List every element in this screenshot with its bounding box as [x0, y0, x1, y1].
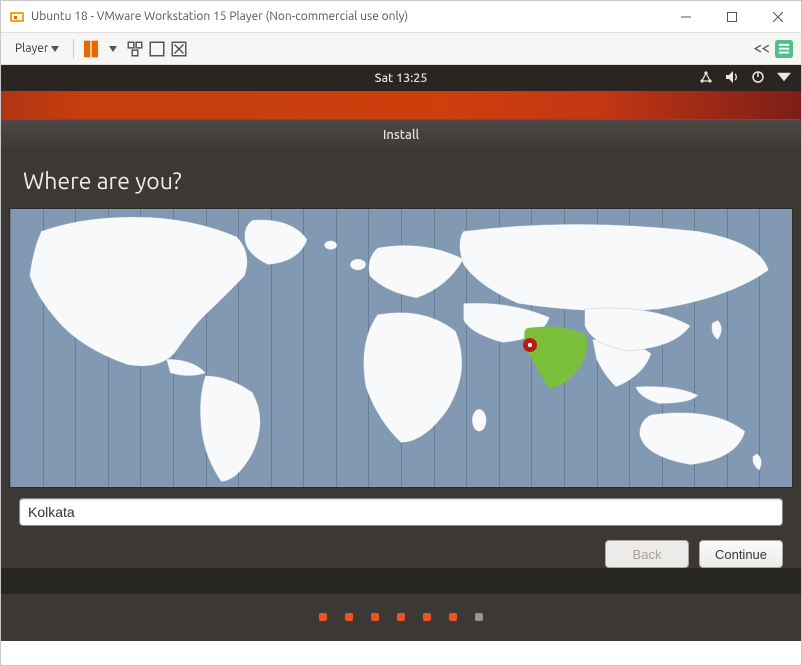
cycle-vm-icon[interactable] — [753, 40, 771, 58]
send-ctrl-alt-del-icon[interactable] — [126, 40, 144, 58]
progress-dot — [371, 613, 379, 621]
pause-dropdown-icon[interactable] — [104, 40, 122, 58]
ubuntu-desktop-background-strip — [1, 91, 801, 119]
vmware-app-icon — [9, 9, 25, 25]
installer-body: Where are you? — [1, 149, 801, 641]
vmware-toolbar: Player — [1, 33, 801, 65]
installer-empty-strip — [1, 568, 801, 594]
installer-window-title: Install — [383, 128, 419, 142]
location-input-row — [1, 488, 801, 532]
installer-progress-dots — [1, 613, 801, 621]
progress-dot — [345, 613, 353, 621]
progress-dot — [319, 613, 327, 621]
progress-dot — [397, 613, 405, 621]
installer-heading: Where are you? — [1, 149, 801, 208]
installer-nav-row: Back Continue — [1, 532, 801, 568]
pause-vm-icon[interactable] — [82, 40, 100, 58]
network-icon[interactable] — [699, 70, 713, 87]
progress-dot — [423, 613, 431, 621]
progress-dot — [475, 613, 483, 621]
progress-dot — [449, 613, 457, 621]
location-input[interactable] — [19, 498, 783, 526]
host-maximize-button[interactable] — [709, 1, 755, 33]
continue-button[interactable]: Continue — [699, 540, 783, 568]
player-menu-label: Player — [15, 42, 48, 55]
host-close-button[interactable] — [755, 1, 801, 33]
fullscreen-icon[interactable] — [148, 40, 166, 58]
host-minimize-button[interactable] — [663, 1, 709, 33]
panel-system-tray[interactable] — [699, 70, 791, 87]
power-icon[interactable] — [751, 70, 765, 87]
panel-clock[interactable]: Sat 13:25 — [375, 71, 428, 85]
player-menu-button[interactable]: Player — [9, 40, 65, 57]
world-map-svg — [10, 209, 792, 487]
manage-icon[interactable] — [775, 40, 793, 58]
back-button[interactable]: Back — [605, 540, 689, 568]
host-window-titlebar: Ubuntu 18 - VMware Workstation 15 Player… — [1, 1, 801, 33]
installer-window-titlebar: Install — [1, 119, 801, 149]
unity-mode-icon[interactable] — [170, 40, 188, 58]
map-india-highlight — [524, 327, 587, 388]
chevron-down-icon[interactable] — [777, 70, 791, 87]
toolbar-separator — [73, 39, 74, 59]
host-window-title: Ubuntu 18 - VMware Workstation 15 Player… — [31, 10, 663, 23]
volume-icon[interactable] — [725, 70, 739, 87]
ubuntu-top-panel: Sat 13:25 — [1, 65, 801, 91]
timezone-map[interactable] — [9, 208, 793, 488]
